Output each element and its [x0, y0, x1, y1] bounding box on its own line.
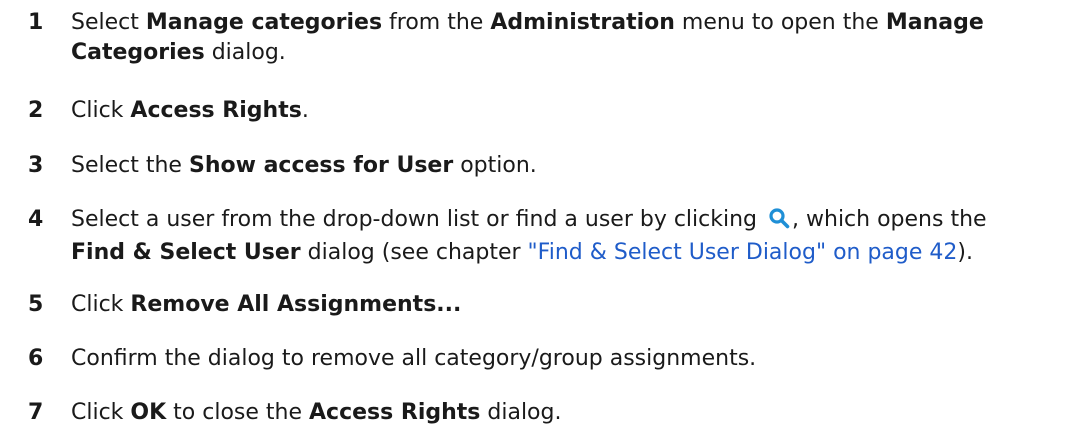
menu-item-reference: Manage categories: [145, 10, 383, 35]
text-run: , which opens the: [792, 207, 987, 232]
text-run: .: [301, 98, 309, 123]
dialog-reference: Categories: [71, 40, 205, 65]
menu-reference: Administration: [490, 10, 675, 35]
text-run: Select the: [71, 153, 189, 178]
step-number: 5: [28, 292, 44, 317]
step-text: Click Access Rights.: [71, 96, 1076, 126]
dialog-reference: Find & Select User: [71, 240, 301, 265]
step-text-line: Select the Show access for User option.: [71, 151, 1076, 181]
step-text-line: Select Manage categories from the Admini…: [71, 8, 1076, 38]
button-reference: Access Rights: [130, 98, 302, 123]
button-reference: OK: [130, 400, 167, 425]
text-run: Click: [71, 292, 131, 317]
step-text-line: Click OK to close the Access Rights dial…: [71, 398, 1076, 428]
step-text: Select Manage categories from the Admini…: [71, 8, 1076, 68]
step-number: 1: [28, 10, 44, 35]
text-run: dialog (see chapter: [300, 240, 528, 265]
step-text-line: Categories dialog.: [71, 38, 1076, 68]
text-run: Confirm the dialog to remove all categor…: [71, 346, 757, 371]
text-run: Click: [71, 98, 131, 123]
text-run: Select a user from the drop-down list or…: [71, 207, 765, 232]
step-text-line: Find & Select User dialog (see chapter "…: [71, 238, 1076, 268]
text-run: dialog.: [480, 400, 562, 425]
step-text: Click Remove All Assignments...: [71, 290, 1076, 320]
step-text: Confirm the dialog to remove all categor…: [71, 344, 1076, 374]
text-run: Select: [71, 10, 146, 35]
button-reference: Remove All Assignments...: [130, 292, 462, 317]
step-text-line: Click Access Rights.: [71, 96, 1076, 126]
step-text: Select a user from the drop-down list or…: [71, 205, 1076, 268]
text-run: menu to open the: [674, 10, 886, 35]
step-number: 7: [28, 400, 44, 425]
text-run: from the: [382, 10, 491, 35]
text-run: option.: [453, 153, 537, 178]
text-run: to close the: [166, 400, 309, 425]
search-icon: [768, 207, 790, 238]
step-number: 6: [28, 346, 44, 371]
step-text: Click OK to close the Access Rights dial…: [71, 398, 1076, 428]
text-run: dialog.: [204, 40, 286, 65]
dialog-reference: Manage: [885, 10, 984, 35]
step-number: 3: [28, 153, 44, 178]
step-text-line: Click Remove All Assignments...: [71, 290, 1076, 320]
text-run: Click: [71, 400, 131, 425]
step-text: Select the Show access for User option.: [71, 151, 1076, 181]
cross-reference-link[interactable]: "Find & Select User Dialog" on page 42: [528, 240, 958, 265]
option-reference: Show access for User: [188, 153, 454, 178]
step-number: 2: [28, 98, 44, 123]
dialog-reference: Access Rights: [309, 400, 481, 425]
step-text-line: Select a user from the drop-down list or…: [71, 205, 1076, 238]
step-text-line: Confirm the dialog to remove all categor…: [71, 344, 1076, 374]
text-run: ).: [957, 240, 973, 265]
step-number: 4: [28, 207, 44, 232]
